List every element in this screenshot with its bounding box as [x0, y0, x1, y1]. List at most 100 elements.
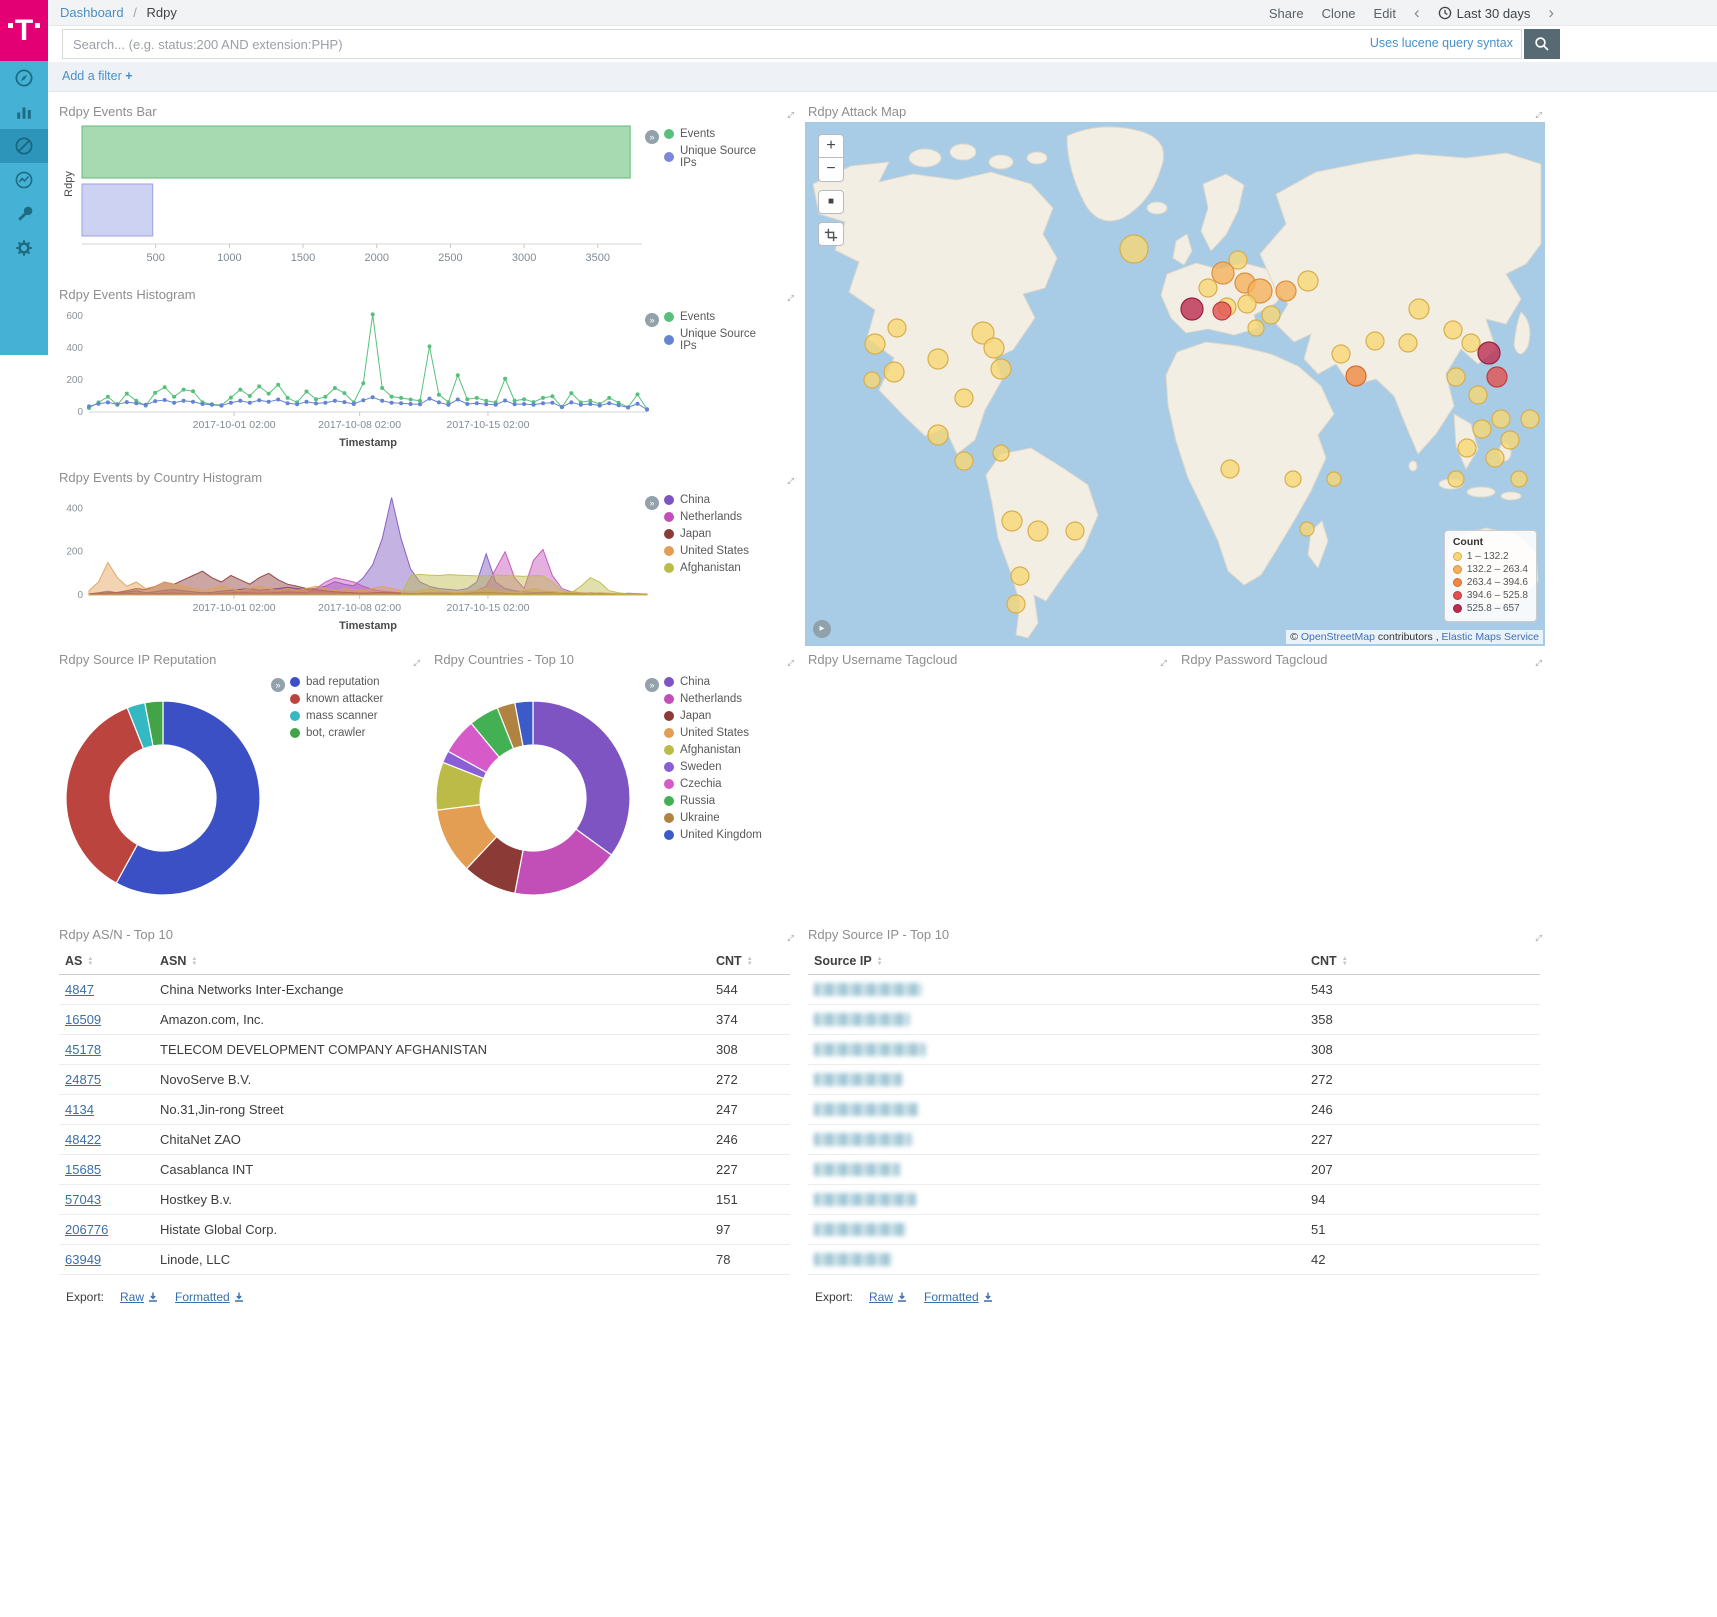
attack-map-point[interactable] — [1199, 279, 1217, 297]
expand-icon[interactable]: ↔ — [405, 651, 426, 672]
draw-filter-button[interactable] — [818, 222, 844, 246]
attack-map-point[interactable] — [1011, 567, 1029, 585]
legend-item[interactable]: China — [664, 494, 774, 506]
attack-map-point[interactable] — [1478, 342, 1500, 364]
attack-map-point[interactable] — [1120, 235, 1148, 263]
expand-icon[interactable]: ↔ — [779, 651, 800, 672]
legend-item[interactable]: Unique Source IPs — [664, 328, 774, 352]
sidebar-item-discover[interactable] — [0, 61, 48, 95]
add-filter-link[interactable]: Add a filter + — [62, 69, 133, 83]
expand-icon[interactable]: ↔ — [779, 469, 800, 490]
attack-map-point[interactable] — [1487, 367, 1507, 387]
attack-map-point[interactable] — [1444, 321, 1462, 339]
legend-item[interactable]: United Kingdom — [664, 829, 784, 841]
legend-item[interactable]: China — [664, 676, 784, 688]
time-forward-button[interactable]: › — [1548, 0, 1554, 26]
attack-map-point[interactable] — [1221, 460, 1239, 478]
attack-map-point[interactable] — [1473, 420, 1491, 438]
sort-icon[interactable]: ▲▼ — [747, 957, 753, 967]
column-header[interactable]: AS▲▼ — [59, 948, 154, 975]
attack-map-point[interactable] — [865, 334, 885, 354]
share-button[interactable]: Share — [1269, 6, 1304, 21]
sidebar-item-management[interactable] — [0, 231, 48, 265]
attack-map-point[interactable] — [1276, 281, 1296, 301]
legend-item[interactable]: Japan — [664, 528, 774, 540]
attack-map-point[interactable] — [984, 338, 1004, 358]
export-formatted-link[interactable]: Formatted — [924, 1290, 994, 1304]
legend-item[interactable]: Japan — [664, 710, 784, 722]
attack-map-point[interactable] — [1298, 271, 1318, 291]
column-header[interactable]: CNT▲▼ — [710, 948, 790, 975]
lucene-syntax-link[interactable]: Uses lucene query syntax — [1343, 36, 1513, 50]
zoom-in-button[interactable]: + — [818, 134, 844, 158]
sort-icon[interactable]: ▲▼ — [87, 957, 93, 967]
attack-map-point[interactable] — [1458, 439, 1476, 457]
legend-item[interactable]: Afghanistan — [664, 562, 774, 574]
sidebar-item-visualize[interactable] — [0, 95, 48, 129]
expand-icon[interactable]: ↔ — [1152, 651, 1173, 672]
attack-map-point[interactable] — [1409, 299, 1429, 319]
attack-map-point[interactable] — [1181, 298, 1203, 320]
sort-icon[interactable]: ▲▼ — [1342, 957, 1348, 967]
legend-item[interactable]: Sweden — [664, 761, 784, 773]
export-raw-link[interactable]: Raw — [120, 1290, 159, 1304]
legend-item[interactable]: Afghanistan — [664, 744, 784, 756]
time-picker-button[interactable]: Last 30 days — [1438, 6, 1531, 21]
attack-map-point[interactable] — [1213, 302, 1231, 320]
as-number-link[interactable]: 45178 — [65, 1042, 101, 1057]
attack-map-point[interactable] — [955, 452, 973, 470]
legend-item[interactable]: mass scanner — [290, 710, 410, 722]
breadcrumb-dashboard-link[interactable]: Dashboard — [60, 5, 124, 20]
as-number-link[interactable]: 206776 — [65, 1222, 108, 1237]
attack-map-point[interactable] — [1248, 320, 1264, 336]
tmobile-logo[interactable]: T — [0, 0, 48, 61]
expand-icon[interactable]: ↔ — [779, 286, 800, 307]
attack-map-point[interactable] — [1262, 306, 1280, 324]
attack-map-point[interactable] — [1511, 471, 1527, 487]
legend-toggle[interactable]: » — [645, 130, 659, 144]
legend-toggle[interactable]: » — [645, 678, 659, 692]
legend-item[interactable]: Ukraine — [664, 812, 784, 824]
legend-item[interactable]: Netherlands — [664, 511, 774, 523]
legend-item[interactable]: bot, crawler — [290, 727, 410, 739]
ems-link[interactable]: Elastic Maps Service — [1442, 631, 1539, 643]
sidebar-item-dev-tools[interactable] — [0, 197, 48, 231]
as-number-link[interactable]: 15685 — [65, 1162, 101, 1177]
legend-item[interactable]: bad reputation — [290, 676, 410, 688]
export-formatted-link[interactable]: Formatted — [175, 1290, 245, 1304]
attack-map-point[interactable] — [1300, 522, 1314, 536]
as-number-link[interactable]: 63949 — [65, 1252, 101, 1267]
legend-item[interactable]: Russia — [664, 795, 784, 807]
zoom-out-button[interactable]: − — [818, 158, 844, 182]
attack-map-point[interactable] — [1486, 449, 1504, 467]
attack-map-point[interactable] — [888, 319, 906, 337]
sort-icon[interactable]: ▲▼ — [877, 957, 883, 967]
attack-map-point[interactable] — [1448, 471, 1464, 487]
attack-map-point[interactable] — [1447, 368, 1465, 386]
expand-icon[interactable]: ↔ — [1527, 651, 1548, 672]
column-header[interactable]: CNT▲▼ — [1305, 948, 1540, 975]
legend-item[interactable]: Netherlands — [664, 693, 784, 705]
legend-item[interactable]: known attacker — [290, 693, 410, 705]
clone-button[interactable]: Clone — [1322, 6, 1356, 21]
attack-map-point[interactable] — [1327, 472, 1341, 486]
expand-icon[interactable]: ↔ — [1527, 926, 1548, 947]
attack-map-point[interactable] — [991, 359, 1011, 379]
map-attribution-toggle[interactable]: ▸ — [813, 620, 831, 638]
attack-map-point[interactable] — [1066, 522, 1084, 540]
attack-map-point[interactable] — [884, 362, 904, 382]
as-number-link[interactable]: 4847 — [65, 982, 94, 997]
attack-map-point[interactable] — [864, 372, 880, 388]
attack-map-point[interactable] — [1462, 334, 1480, 352]
attack-map-point[interactable] — [1007, 595, 1025, 613]
attack-map-point[interactable] — [1492, 410, 1510, 428]
sidebar-item-timelion[interactable] — [0, 163, 48, 197]
time-back-button[interactable]: ‹ — [1414, 0, 1420, 26]
attack-map-point[interactable] — [1285, 471, 1301, 487]
as-number-link[interactable]: 57043 — [65, 1192, 101, 1207]
column-header[interactable]: ASN▲▼ — [154, 948, 710, 975]
attack-map-point[interactable] — [1028, 521, 1048, 541]
as-number-link[interactable]: 24875 — [65, 1072, 101, 1087]
attack-map-point[interactable] — [928, 425, 948, 445]
legend-toggle[interactable]: » — [271, 678, 285, 692]
